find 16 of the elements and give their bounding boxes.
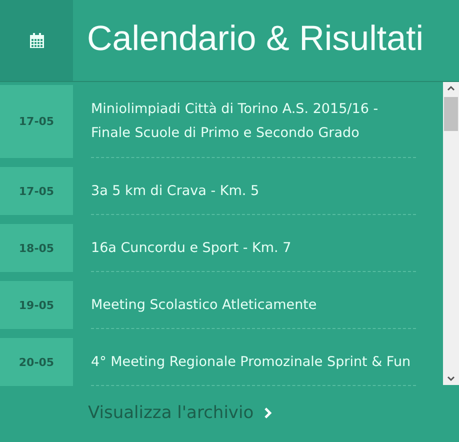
scrollbar-thumb[interactable] xyxy=(444,97,458,131)
event-link[interactable]: Meeting Scolastico Atleticamente xyxy=(91,281,416,329)
event-date: 17-05 xyxy=(0,85,73,158)
event-link[interactable]: 4° Meeting Regionale Promozinale Sprint & Fun xyxy=(91,338,416,386)
event-date: 17-05 xyxy=(0,167,73,215)
event-date: 19-05 xyxy=(0,281,73,329)
chevron-right-icon xyxy=(264,407,272,419)
event-date: 20-05 xyxy=(0,338,73,386)
scrollbar[interactable] xyxy=(443,82,459,385)
event-date: 18-05 xyxy=(0,224,73,272)
event-link[interactable]: 3a 5 km di Crava - Km. 5 xyxy=(91,167,416,215)
event-link[interactable]: 16a Cuncordu e Sport - Km. 7 xyxy=(91,224,416,272)
archive-link[interactable]: Visualizza l'archivio xyxy=(88,403,272,423)
event-link[interactable]: Miniolimpiadi Città di Torino A.S. 2015/16 - Finale Scuole di Primo e Secondo Grado xyxy=(91,85,416,158)
calendar-icon xyxy=(30,33,44,48)
widget-title: Calendario & Risultati xyxy=(86,18,425,60)
